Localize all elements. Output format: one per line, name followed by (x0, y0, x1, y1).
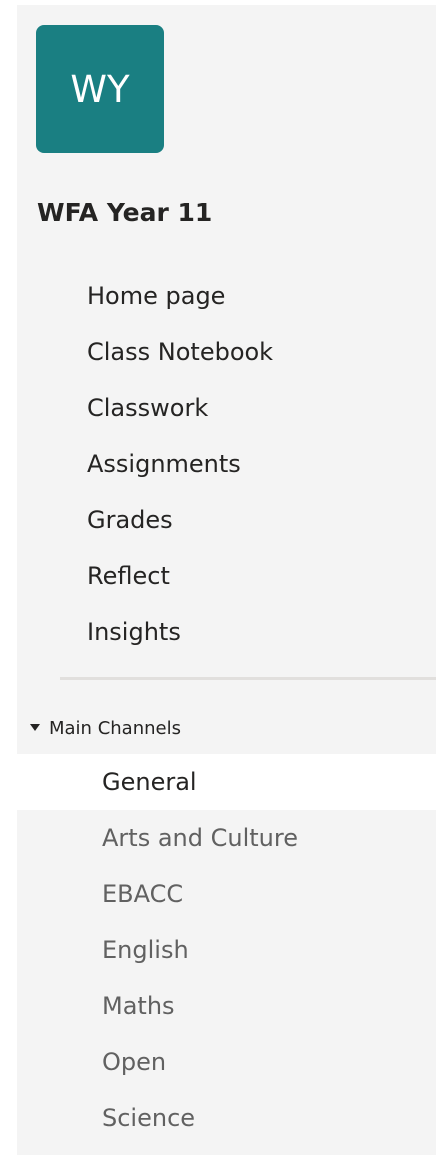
nav-item-class-notebook[interactable]: Class Notebook (87, 332, 273, 372)
section-divider (60, 677, 436, 680)
channel-section-label: Main Channels (49, 718, 181, 739)
nav-item-assignments[interactable]: Assignments (87, 444, 241, 484)
channel-label: Science (102, 1104, 196, 1132)
nav-item-insights[interactable]: Insights (87, 612, 181, 652)
channel-item-open[interactable]: Open (17, 1034, 436, 1090)
channel-item-arts-and-culture[interactable]: Arts and Culture (17, 810, 436, 866)
channel-section-toggle[interactable]: Main Channels (30, 715, 181, 743)
nav-item-grades[interactable]: Grades (87, 500, 173, 540)
channel-label: EBACC (102, 880, 184, 908)
channel-item-english[interactable]: English (17, 922, 436, 978)
team-avatar[interactable]: WY (36, 25, 164, 153)
nav-item-home-page[interactable]: Home page (87, 276, 225, 316)
channel-item-science[interactable]: Science (17, 1090, 436, 1146)
nav-item-reflect[interactable]: Reflect (87, 556, 170, 596)
channel-item-maths[interactable]: Maths (17, 978, 436, 1034)
caret-down-icon (30, 724, 40, 731)
channel-label: Maths (102, 992, 175, 1020)
channel-label: General (102, 768, 197, 796)
channel-label: Open (102, 1048, 167, 1076)
channel-label: Arts and Culture (102, 824, 298, 852)
nav-item-classwork[interactable]: Classwork (87, 388, 208, 428)
team-name[interactable]: WFA Year 11 (37, 198, 212, 227)
channel-item-ebacc[interactable]: EBACC (17, 866, 436, 922)
channel-item-general[interactable]: General (17, 754, 436, 810)
channel-label: English (102, 936, 189, 964)
